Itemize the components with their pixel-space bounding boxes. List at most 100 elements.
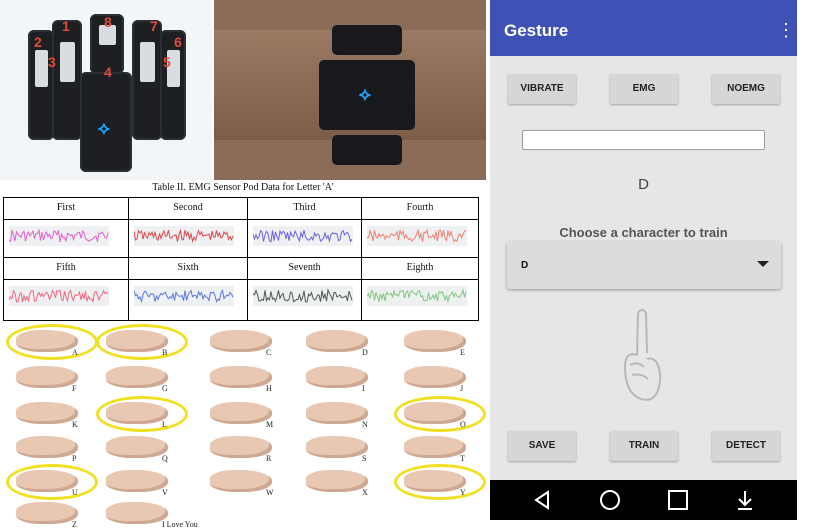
pod-number: 4 [104,64,112,80]
sensor-pod [332,25,402,55]
dropdown-arrow-icon [757,261,769,267]
asl-hand-sign [16,502,78,524]
text-input[interactable] [522,130,765,150]
asl-letter-label: H [266,384,272,393]
sensor-pod [52,20,82,140]
asl-letter-label: F [72,384,77,393]
asl-letter-label: O [460,420,466,429]
hand-sign-d-icon [624,309,662,401]
asl-hand-sign [210,366,272,388]
noemg-button[interactable]: NOEMG [712,74,780,104]
asl-hand-sign [306,470,368,492]
asl-letter-label: X [362,488,368,497]
armband-on-arm-photo: ⟡ [214,0,486,180]
highlight-circle [394,464,486,500]
vibrate-button[interactable]: VIBRATE [508,74,576,104]
emg-table-figure: Table II. EMG Sensor Pod Data for Letter… [0,182,486,322]
asl-letter-label: N [362,420,368,429]
asl-hand-sign [16,402,78,424]
asl-letter-label: M [266,420,274,429]
asl-letter-label: J [460,384,464,393]
table-header: Sixth [129,258,248,280]
sensor-pod [332,135,402,165]
emg-waveform [253,286,353,306]
emg-signal-cell [248,280,362,320]
select-value: D [521,260,529,271]
highlight-circle [6,324,98,360]
highlight-circle [6,464,98,500]
asl-letter-label: T [460,454,465,463]
pod-number: 8 [104,14,112,30]
emg-button[interactable]: EMG [610,74,678,104]
asl-hand-sign [106,502,168,524]
train-button[interactable]: TRAIN [610,431,678,461]
table-header: Eighth [362,258,478,280]
sensor-pod-main: ⟡ [80,72,132,172]
table-header: Fifth [4,258,129,280]
back-icon[interactable] [530,488,554,512]
asl-letter-label: K [72,420,78,429]
emg-signal-cell [4,220,129,258]
highlight-circle [394,396,486,432]
navigation-bar [490,480,797,520]
asl-hand-sign [16,366,78,388]
emg-signal-cell [4,280,129,320]
pod-number: 3 [48,54,56,70]
train-prompt: Choose a character to train [559,225,728,240]
table-header: Seventh [248,258,362,280]
pod-number: 1 [62,18,70,34]
app-bar: Gesture ⋮ [490,6,797,56]
asl-letter-label: I [362,384,365,393]
overflow-menu-icon[interactable]: ⋮ [777,20,795,40]
asl-hand-sign [210,470,272,492]
predicted-letter: D [638,176,649,193]
sensor-pod-main: ⟡ [319,60,415,130]
asl-letter-label: U [72,488,78,497]
asl-hand-sign [404,436,466,458]
asl-hand-sign [404,330,466,352]
asl-hand-sign [306,330,368,352]
hide-keyboard-icon[interactable] [733,488,757,512]
save-button[interactable]: SAVE [508,431,576,461]
character-select[interactable]: D [507,242,781,289]
pod-number: 7 [150,18,158,34]
asl-letter-label: Q [162,454,168,463]
myo-logo-icon: ⟡ [359,84,371,104]
emg-signal-cell [362,220,478,258]
asl-letter-label: L [162,420,167,429]
myo-logo-icon: ⟡ [98,118,110,138]
recents-icon[interactable] [666,488,690,512]
emg-signal-cell [129,280,248,320]
asl-alphabet-chart: A B C D E F G H I J K L M N O P Q R S T U V W X Y Z I Love You [0,322,486,531]
asl-letter-label: V [162,488,168,497]
highlight-circle [96,396,188,432]
emg-signal-cell [362,280,478,320]
asl-letter-label: P [72,454,77,463]
asl-hand-sign [306,436,368,458]
pod-number: 5 [163,54,171,70]
asl-letter-label: R [266,454,272,463]
pod-number: 2 [34,34,42,50]
detect-button[interactable]: DETECT [712,431,780,461]
asl-letter-label: I Love You [162,520,198,529]
asl-hand-sign [210,330,272,352]
home-icon[interactable] [598,488,622,512]
emg-waveform [253,226,353,246]
emg-waveform [9,226,109,246]
asl-hand-sign [106,366,168,388]
emg-waveform [134,286,234,306]
android-app-screen: Gesture ⋮ VIBRATE EMG NOEMG D Choose a c… [490,0,797,520]
asl-hand-sign [106,470,168,492]
table-header: Third [248,198,362,220]
highlight-circle [96,324,188,360]
table-header: First [4,198,129,220]
table-header: Fourth [362,198,478,220]
armband-photo: ⟡ 1 8 7 2 6 3 4 5 [0,0,212,180]
pod-number: 6 [174,34,182,50]
table-header: Second [129,198,248,220]
emg-waveform [9,286,109,306]
emg-waveform [367,286,467,306]
asl-hand-sign [210,436,272,458]
emg-waveform [367,226,467,246]
emg-waveform [134,226,234,246]
